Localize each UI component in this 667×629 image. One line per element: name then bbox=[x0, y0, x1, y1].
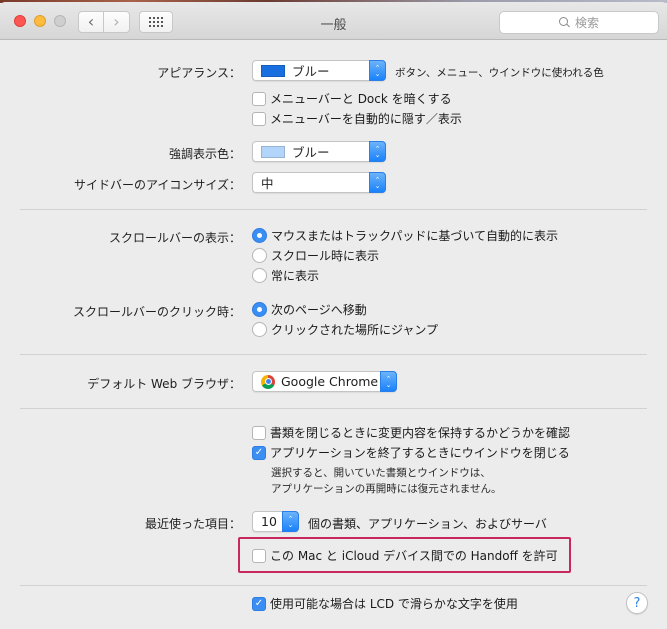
radio-label: クリックされた場所にジャンプ bbox=[271, 323, 439, 337]
divider bbox=[20, 408, 647, 409]
sidebar-icon-size-value: 中 bbox=[261, 176, 274, 191]
popup-arrows-icon: ⌃ ⌄ bbox=[282, 511, 299, 532]
autohide-menubar-checkbox[interactable]: メニューバーを自動的に隠す／表示 bbox=[252, 110, 462, 127]
search-icon bbox=[558, 17, 570, 28]
checkbox-label: 使用可能な場合は LCD で滑らかな文字を使用 bbox=[270, 597, 518, 611]
checkbox-label: メニューバーを自動的に隠す／表示 bbox=[270, 112, 462, 126]
scroll-always-radio[interactable]: 常に表示 bbox=[252, 267, 319, 284]
checkmark-icon: ✓ bbox=[252, 445, 266, 460]
browser-value: Google Chrome bbox=[281, 374, 379, 389]
radio-dot bbox=[252, 228, 267, 243]
checkbox-label: 書類を閉じるときに変更内容を保持するかどうかを確認 bbox=[270, 426, 571, 440]
radio-dot bbox=[252, 268, 267, 283]
recent-items-suffix: 個の書類、アプリケーション、およびサーバ bbox=[308, 517, 547, 531]
highlight-popup[interactable]: ブルー ⌃ ⌄ bbox=[252, 141, 386, 162]
browser-label: デフォルト Web ブラウザ： bbox=[87, 377, 241, 391]
recent-items-value: 10 bbox=[261, 514, 277, 529]
recent-items-label: 最近使った項目： bbox=[144, 517, 241, 531]
color-swatch bbox=[261, 145, 285, 158]
search-placeholder: 検索 bbox=[574, 16, 599, 30]
checkbox-label: メニューバーと Dock を暗くする bbox=[270, 92, 452, 106]
checkbox-box bbox=[252, 425, 266, 440]
radio-dot bbox=[252, 248, 267, 263]
divider bbox=[20, 209, 647, 210]
scrollbar-show-label: スクロールバーの表示： bbox=[108, 231, 241, 245]
default-browser-popup[interactable]: Google Chrome ⌃ ⌄ bbox=[252, 371, 397, 392]
divider bbox=[20, 585, 647, 586]
close-windows-on-quit-checkbox[interactable]: ✓ アプリケーションを終了するときにウインドウを閉じる bbox=[252, 444, 570, 461]
jump-next-page-radio[interactable]: 次のページへ移動 bbox=[252, 301, 367, 318]
chrome-icon bbox=[261, 374, 275, 389]
radio-label: マウスまたはトラックパッドに基づいて自動的に表示 bbox=[271, 229, 559, 243]
radio-label: 常に表示 bbox=[271, 269, 320, 283]
popup-arrows-icon: ⌃ ⌄ bbox=[369, 141, 386, 162]
divider bbox=[20, 354, 647, 355]
search-field[interactable]: 検索 bbox=[499, 11, 659, 34]
highlight-label: 強調表示色： bbox=[168, 147, 241, 161]
title-bar: ‹ › 一般 検索 bbox=[0, 2, 667, 40]
jump-clicked-spot-radio[interactable]: クリックされた場所にジャンプ bbox=[252, 321, 438, 338]
dark-menubar-checkbox[interactable]: メニューバーと Dock を暗くする bbox=[252, 90, 452, 107]
checkbox-label: この Mac と iCloud デバイス間での Handoff を許可 bbox=[270, 549, 558, 563]
lcd-smoothing-checkbox[interactable]: ✓ 使用可能な場合は LCD で滑らかな文字を使用 bbox=[252, 595, 518, 612]
color-swatch bbox=[261, 64, 285, 77]
scrollbar-click-label: スクロールバーのクリック時： bbox=[72, 305, 241, 319]
popup-arrows-icon: ⌃ ⌄ bbox=[380, 371, 397, 392]
radio-label: スクロール時に表示 bbox=[271, 249, 380, 263]
checkmark-icon: ✓ bbox=[252, 596, 266, 611]
close-windows-note-line1: 選択すると、開いていた書類とウインドウは、 bbox=[271, 467, 491, 479]
checkbox-box bbox=[252, 91, 266, 106]
checkbox-box bbox=[252, 548, 266, 563]
appearance-popup[interactable]: ブルー ⌃ ⌄ bbox=[252, 60, 386, 81]
radio-label: 次のページへ移動 bbox=[271, 303, 367, 317]
popup-arrows-icon: ⌃ ⌄ bbox=[369, 172, 386, 193]
popup-arrows-icon: ⌃ ⌄ bbox=[369, 60, 386, 81]
appearance-description: ボタン、メニュー、ウインドウに使われる色 bbox=[395, 67, 604, 79]
sidebar-icon-size-label: サイドバーのアイコンサイズ： bbox=[73, 178, 241, 192]
question-mark-icon: ? bbox=[633, 595, 641, 611]
radio-dot bbox=[252, 322, 267, 337]
sidebar-icon-size-popup[interactable]: 中 ⌃ ⌄ bbox=[252, 172, 386, 193]
help-button[interactable]: ? bbox=[626, 592, 648, 614]
appearance-value: ブルー bbox=[292, 64, 330, 79]
handoff-checkbox[interactable]: この Mac と iCloud デバイス間での Handoff を許可 bbox=[252, 547, 558, 564]
checkbox-label: アプリケーションを終了するときにウインドウを閉じる bbox=[270, 446, 570, 460]
checkbox-box bbox=[252, 111, 266, 126]
highlight-value: ブルー bbox=[292, 145, 330, 160]
close-windows-note-line2: アプリケーションの再開時には復元されません。 bbox=[271, 483, 502, 495]
ask-keep-changes-checkbox[interactable]: 書類を閉じるときに変更内容を保持するかどうかを確認 bbox=[252, 424, 570, 441]
appearance-label: アピアランス： bbox=[157, 66, 241, 80]
scroll-auto-radio[interactable]: マウスまたはトラックパッドに基づいて自動的に表示 bbox=[252, 227, 558, 244]
scroll-when-scrolling-radio[interactable]: スクロール時に表示 bbox=[252, 247, 379, 264]
radio-dot bbox=[252, 302, 267, 317]
recent-items-count-popup[interactable]: 10 ⌃ ⌄ bbox=[252, 511, 299, 532]
